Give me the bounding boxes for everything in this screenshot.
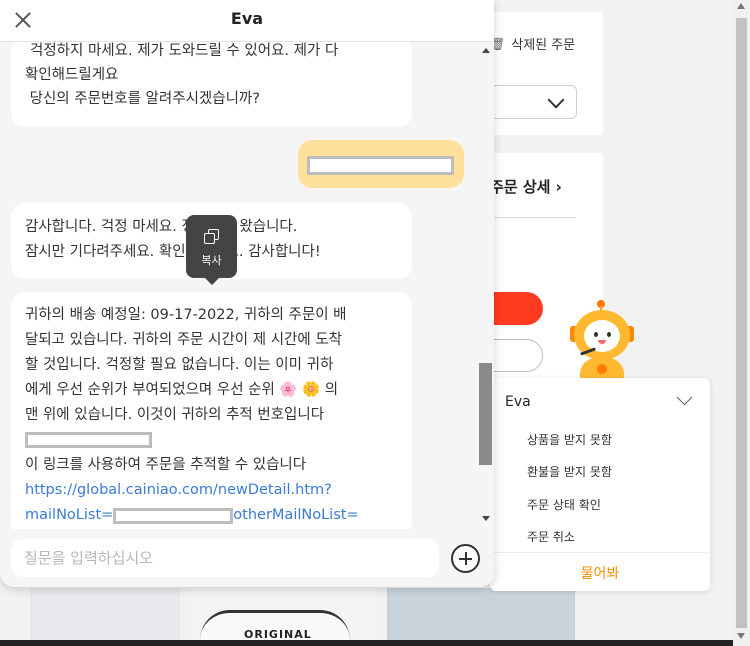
page-scrollbar-thumb[interactable] — [736, 18, 747, 628]
bot-message: 귀하의 배송 예정일: 09-17-2022, 귀하의 주문이 배 달되고 있습… — [11, 292, 412, 529]
product-image[interactable] — [387, 588, 575, 640]
eva-menu-title: Eva — [505, 394, 531, 410]
copy-label: 복사 — [201, 254, 222, 267]
bot-message: 걱정하지 마세요. 제가 도와드릴 수 있어요. 제가 다 확인해드릴게요 당신… — [11, 42, 412, 127]
scroll-down-icon[interactable] — [737, 633, 745, 639]
chat-scrollbar-thumb[interactable] — [479, 363, 492, 465]
order-detail-link[interactable]: 주문 상세 › — [490, 176, 562, 197]
chevron-down-icon[interactable] — [676, 389, 693, 406]
product-image[interactable] — [30, 588, 180, 640]
scroll-up-icon[interactable] — [482, 48, 490, 53]
deleted-orders-label: 삭제된 주문 — [511, 38, 576, 53]
menu-item-refund-not-received[interactable]: 환불을 받지 못함 — [527, 463, 612, 480]
tracking-link[interactable]: mailNoList= otherMailNoList= — [25, 503, 398, 528]
message-list: 걱정하지 마세요. 제가 도와드릴 수 있어요. 제가 다 확인해드릴게요 당신… — [0, 42, 478, 529]
message-line: 에게 우선 순위가 부여되었으며 우선 순위 🌸 🌼 의 — [25, 382, 339, 398]
message-line: 걱정하지 마세요. 제가 도와드릴 수 있어요. 제가 다 — [30, 43, 339, 59]
copy-tooltip[interactable]: 복사 — [186, 215, 237, 285]
message-line: 맨 위에 있습니다. 이것이 귀하의 추적 번호입니다 — [25, 407, 325, 423]
eva-quick-menu: Eva 상품을 받지 못함 환불을 받지 못함 주문 상태 확인 주문 취소 물… — [490, 378, 710, 591]
tracking-link[interactable]: https://global.cainiao.com/newDetail.htm… — [25, 478, 398, 503]
redacted-link-part — [113, 508, 233, 524]
ask-button[interactable]: 물어봐 — [490, 563, 710, 583]
product-image[interactable]: ORIGINAL — [190, 588, 377, 641]
menu-item-order-status[interactable]: 주문 상태 확인 — [527, 496, 601, 513]
chevron-right-icon: › — [555, 178, 562, 196]
chat-header: Eva — [0, 0, 494, 42]
message-line: 할 것입니다. 걱정할 필요 없습니다. 이는 이미 귀하 — [25, 357, 334, 373]
copy-icon — [204, 229, 219, 244]
order-filter-select[interactable] — [490, 85, 577, 119]
product-strip: ORIGINAL — [30, 588, 575, 641]
bottom-border — [0, 640, 733, 646]
scroll-up-icon[interactable] — [737, 3, 745, 9]
message-line: 귀하의 배송 예정일: 09-17-2022, 귀하의 주문이 배 — [25, 307, 347, 323]
message-line: 달되고 있습니다. 귀하의 주문 시간이 제 시간에 도착 — [25, 332, 343, 348]
redacted-tracking-number — [25, 432, 152, 448]
chat-input[interactable] — [11, 539, 439, 577]
chat-title: Eva — [230, 9, 264, 28]
message-line: 당신의 주문번호를 알려주시겠습니까? — [25, 91, 260, 107]
add-attachment-button[interactable] — [451, 544, 480, 573]
deleted-orders-link[interactable]: 🗑 삭제된 주문 — [490, 34, 576, 54]
user-message — [298, 140, 464, 188]
divider — [490, 552, 710, 553]
chevron-down-icon — [547, 91, 565, 109]
chat-window: Eva 걱정하지 마세요. 제가 도와드릴 수 있어요. 제가 다 확인해드릴게… — [0, 0, 494, 587]
divider — [490, 217, 576, 218]
redacted-order-number — [307, 156, 454, 175]
robot-mascot-icon[interactable] — [566, 300, 638, 382]
scroll-down-icon[interactable] — [482, 516, 490, 521]
order-detail-label: 주문 상세 — [490, 178, 551, 196]
message-line: 이 링크를 사용하여 주문을 추적할 수 있습니다 — [25, 457, 307, 473]
menu-item-cancel-order[interactable]: 주문 취소 — [527, 528, 575, 545]
message-line: 확인해드릴게요 — [25, 67, 119, 83]
menu-item-not-received[interactable]: 상품을 받지 못함 — [527, 431, 612, 448]
